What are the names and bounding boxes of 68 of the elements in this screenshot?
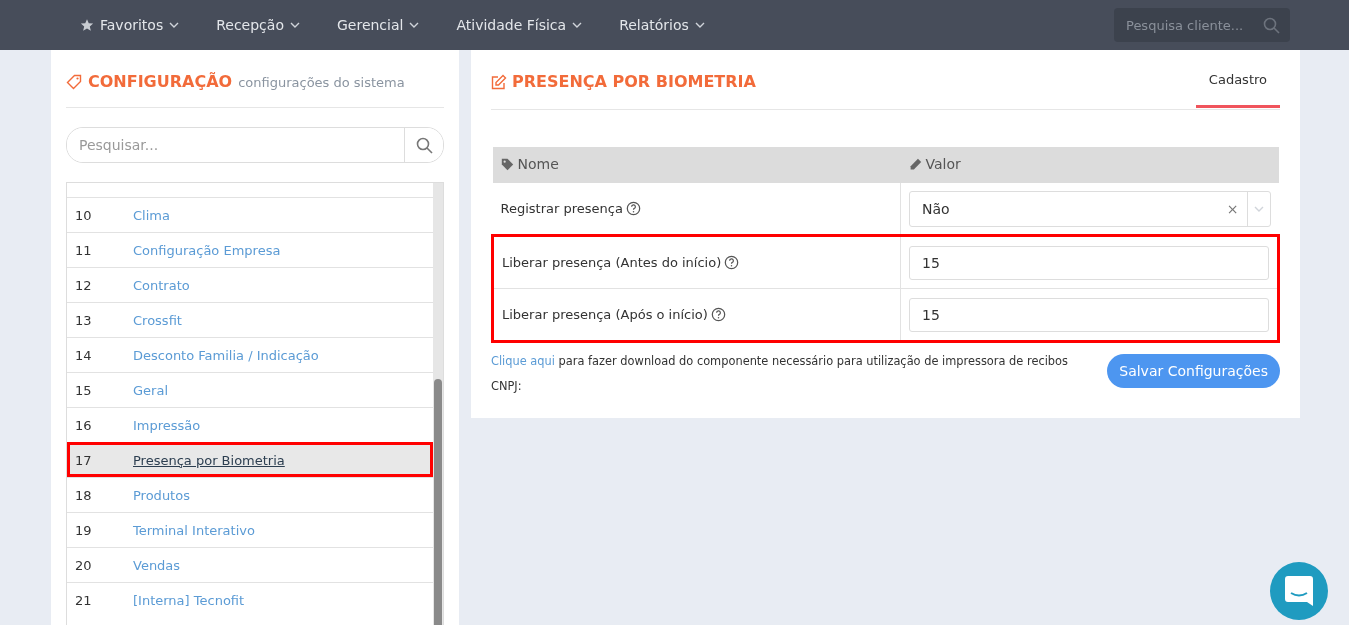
row-number: 13: [74, 312, 93, 328]
config-list-row[interactable]: 15 Geral: [67, 372, 433, 407]
chat-button[interactable]: [1270, 562, 1328, 620]
tag-icon: [500, 157, 514, 171]
config-list-row[interactable]: 10 Clima: [67, 197, 433, 232]
client-search-field[interactable]: Pesquisa cliente...: [1114, 8, 1290, 42]
config-list-row[interactable]: 11 Configuração Empresa: [67, 232, 433, 267]
row-number: 18: [74, 487, 93, 503]
select-field[interactable]: Não ×: [909, 190, 1271, 227]
pencil-icon: [908, 157, 922, 171]
chevron-down-icon: [409, 22, 420, 28]
setting-label: Liberar presença (Antes do início): [502, 255, 722, 270]
card-title: CONFIGURAÇÃO: [88, 72, 233, 91]
clear-icon[interactable]: ×: [1218, 200, 1247, 217]
tag-icon: [66, 73, 82, 90]
scrollbar[interactable]: [433, 183, 443, 625]
nav-menu-item[interactable]: Recepção: [216, 17, 300, 33]
config-list-row[interactable]: 13 Crossfit: [67, 302, 433, 337]
chevron-down-icon: [572, 22, 583, 28]
row-number: 20: [74, 557, 93, 573]
client-search-input[interactable]: Pesquisa cliente...: [1124, 16, 1253, 34]
nav-menu-item[interactable]: Relatórios: [619, 17, 705, 33]
row-number: 17: [74, 452, 93, 468]
chevron-down-icon: [1253, 205, 1264, 212]
search-field[interactable]: Pesquisar...: [66, 127, 444, 163]
cnpj-label: CNPJ:: [491, 379, 523, 393]
row-number: 11: [74, 242, 93, 258]
input-field[interactable]: 15: [909, 297, 1269, 332]
edit-icon: [491, 73, 507, 90]
search-icon: [415, 136, 433, 154]
config-list-row[interactable]: 21 [Interna] Tecnofit: [67, 582, 433, 617]
download-note: Clique aqui para fazer download do componente necessário para utilização de impressora de recibos: [491, 354, 1068, 368]
chevron-down-icon: [694, 22, 705, 28]
config-list-row[interactable]: 18 Produtos: [67, 477, 433, 512]
row-number: 10: [74, 207, 93, 223]
scrollbar-thumb[interactable]: [434, 379, 442, 625]
config-link[interactable]: Presença por Biometria: [133, 452, 285, 468]
config-list-row[interactable]: 19 Terminal Interativo: [67, 512, 433, 547]
row-number: 19: [74, 522, 93, 538]
column-header: Nome: [517, 156, 559, 173]
help-icon: [625, 201, 641, 216]
nav-menu-item[interactable]: Favoritos: [80, 17, 180, 33]
row-number: 14: [74, 347, 93, 363]
row-number: 16: [74, 417, 93, 433]
row-number: 21: [74, 592, 93, 608]
column-header: Valor: [925, 156, 961, 173]
config-list-row[interactable]: 20 Vendas: [67, 547, 433, 582]
search-button[interactable]: [404, 128, 443, 162]
setting-label: Liberar presença (Após o início): [502, 307, 708, 322]
nav-menu-item[interactable]: Gerencial: [336, 17, 420, 33]
star-icon: [80, 18, 94, 32]
help-icon: [724, 255, 740, 270]
card-title: PRESENÇA POR BIOMETRIA: [512, 72, 756, 91]
help-icon: [710, 307, 726, 322]
card-subtitle: configurações do sistema: [238, 75, 405, 90]
row-number: 12: [74, 277, 93, 293]
chat-icon: [1285, 576, 1313, 606]
input-field[interactable]: 15: [909, 245, 1269, 280]
row-number: 15: [74, 382, 93, 398]
config-list-row[interactable]: 12 Contrato: [67, 267, 433, 302]
tab[interactable]: Cadastro: [1195, 70, 1280, 108]
search-icon: [1263, 16, 1280, 34]
setting-label: Registrar presença: [500, 201, 623, 216]
config-list-row[interactable]: 17 Presença por Biometria: [67, 442, 433, 477]
chevron-down-icon: [169, 22, 180, 28]
chevron-down-icon: [289, 22, 300, 28]
config-list-row[interactable]: 14 Desconto Familia / Indicação: [67, 337, 433, 372]
nav-menu-item[interactable]: Atividade Física: [456, 17, 583, 33]
